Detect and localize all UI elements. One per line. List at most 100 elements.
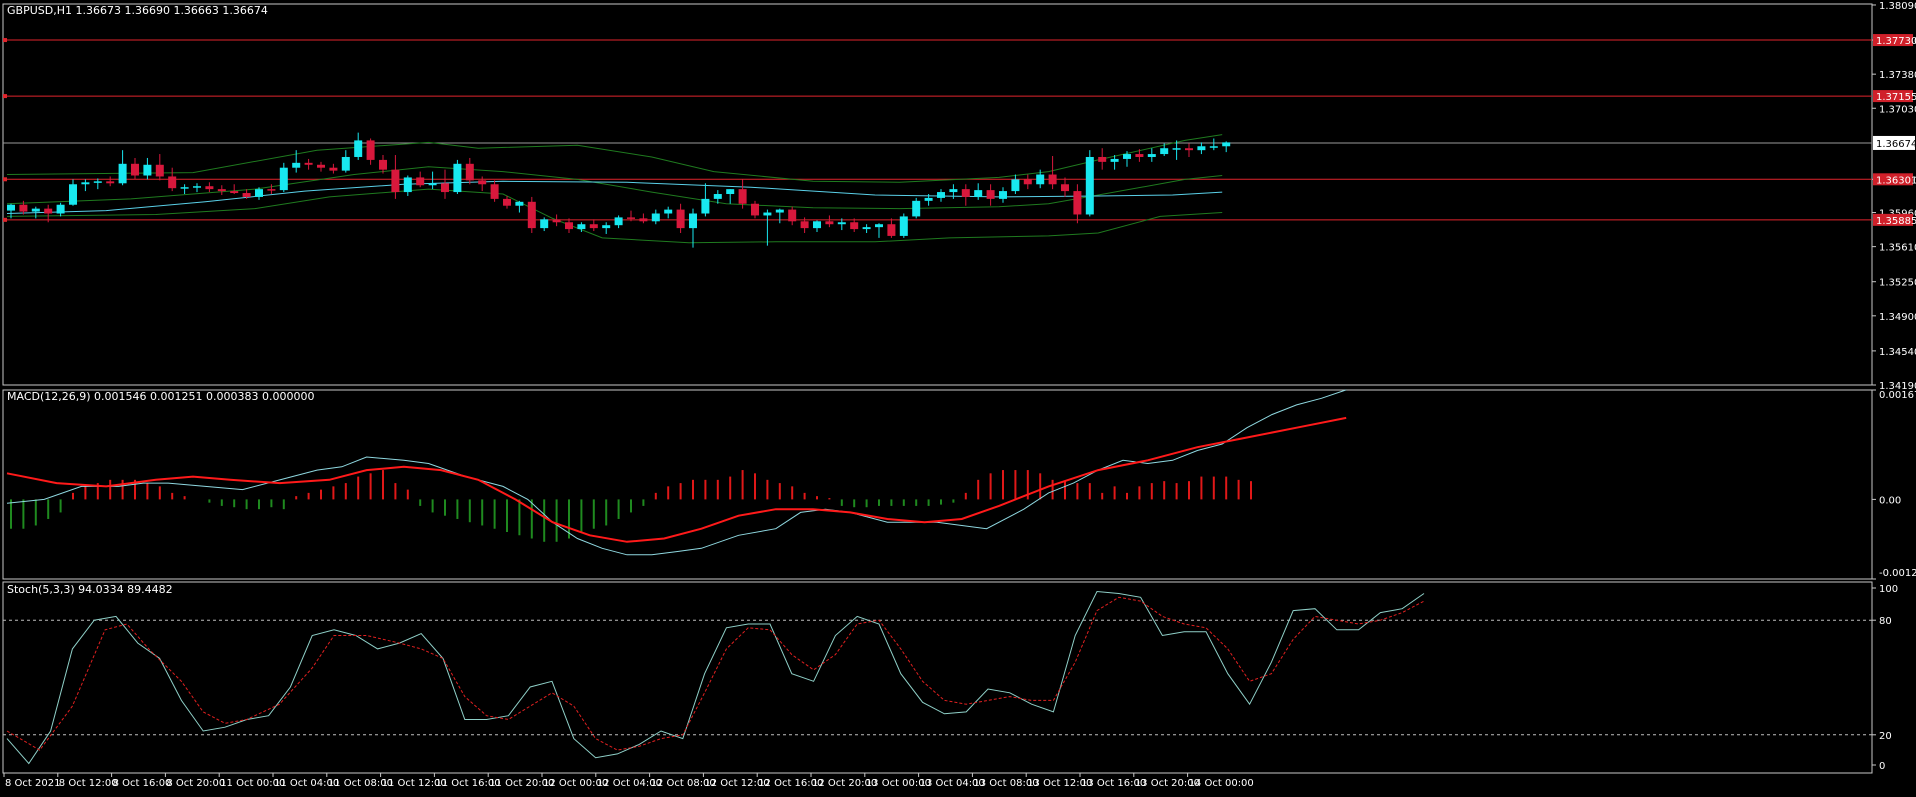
price-scale-label: 1.37030 (1879, 104, 1916, 115)
level-price-tag-label: 1.36301 (1876, 175, 1916, 186)
candle-bull (1172, 148, 1181, 150)
price-scale-label: 1.38090 (1879, 1, 1916, 12)
candle-bear (441, 183, 449, 193)
price-panel-header: GBPUSD,H1 1.36673 1.36690 1.36663 1.3667… (7, 4, 268, 17)
candle-bear (887, 224, 896, 236)
candle-bear (1061, 184, 1069, 192)
candle-bear (391, 169, 400, 193)
candle-bull (899, 216, 908, 236)
candle-bear (1073, 191, 1082, 215)
candle-bear (44, 208, 53, 214)
candle-bull (1123, 154, 1131, 159)
chart-window[interactable]: GBPUSD,H1 1.36673 1.36690 1.36663 1.3667… (0, 0, 1916, 792)
candle-bear (527, 201, 536, 229)
candle-bull (1110, 158, 1119, 162)
candle-bull (403, 177, 412, 193)
candle-bull (118, 163, 127, 184)
price-scale-label: 1.35250 (1879, 278, 1916, 289)
candle-bull (354, 140, 363, 157)
candle-bull (937, 192, 945, 198)
candle-bull (1036, 174, 1045, 185)
candle-bear (131, 163, 139, 176)
candle-bear (242, 193, 251, 197)
price-scale-label: 1.34900 (1879, 312, 1916, 323)
candle-bull (701, 198, 710, 214)
macd-scale-label: -0.001221 (1879, 568, 1916, 579)
candle-bear (627, 217, 635, 219)
chart-canvas[interactable]: GBPUSD,H1 1.36673 1.36690 1.36663 1.3667… (0, 0, 1916, 792)
candle-bull (1197, 146, 1206, 151)
candle-bear (379, 159, 387, 170)
candle-bull (69, 184, 77, 205)
time-axis-label: 8 Oct 20:00 (166, 778, 225, 789)
candle-bear (589, 224, 598, 229)
candle-bear (751, 203, 759, 216)
stoch-scale-label: 0 (1879, 761, 1885, 772)
candle-bear (788, 209, 797, 222)
candle-bear (961, 189, 970, 197)
candle-bear (317, 164, 325, 168)
candle-bull (999, 191, 1007, 199)
candle-bear (1048, 174, 1057, 185)
candle-bull (31, 208, 40, 212)
candle-bear (1098, 156, 1107, 162)
candle-bull (540, 219, 549, 229)
candle-bear (217, 189, 226, 192)
candle-bear (800, 221, 809, 229)
candle-bull (1209, 146, 1218, 148)
candle-bear (366, 140, 375, 160)
level-price-tag-label: 1.37155 (1876, 92, 1916, 103)
candle-bull (602, 225, 611, 229)
candle-bull (726, 189, 735, 195)
candle-bear (168, 176, 177, 189)
candle-bear (416, 177, 425, 186)
candle-bear (329, 167, 338, 171)
candle-bull (651, 213, 660, 222)
level-price-tag-label: 1.35885 (1876, 216, 1916, 227)
level-anchor-marker[interactable] (3, 38, 7, 43)
candle-bull (143, 164, 152, 176)
candle-bear (465, 163, 474, 181)
candle-bull (1085, 156, 1094, 215)
macd-scale-label: 0.00 (1879, 495, 1901, 506)
macd-scale-label: 0.001678 (1879, 390, 1916, 401)
candle-bull (279, 167, 288, 191)
candle-bull (664, 209, 673, 214)
stoch-scale-label: 20 (1879, 731, 1892, 742)
candle-bull (453, 163, 462, 193)
candle-bear (565, 222, 573, 230)
candle-bear (676, 209, 685, 229)
candle-bull (974, 190, 983, 197)
candle-bear (230, 191, 239, 194)
level-anchor-marker[interactable] (3, 217, 7, 222)
time-axis-label: 8 Oct 16:00 (113, 778, 172, 789)
candle-bear (304, 162, 313, 165)
candle-bear (1023, 179, 1032, 185)
candle-bull (255, 189, 263, 197)
candle-bull (515, 201, 524, 206)
candle-bull (614, 217, 623, 226)
candle-bull (775, 209, 784, 213)
candle-bear (986, 190, 995, 199)
candle-bull (912, 200, 921, 217)
stoch-scale-label: 80 (1879, 616, 1892, 627)
candle-bull (1160, 148, 1169, 155)
candle-bull (949, 189, 958, 193)
macd-panel-header: MACD(12,26,9) 0.001546 0.001251 0.000383… (7, 390, 314, 403)
time-axis-label: 8 Oct 2021 (5, 778, 60, 789)
candle-bull (7, 204, 15, 211)
candle-bear (639, 218, 648, 222)
level-anchor-marker[interactable] (3, 94, 7, 99)
time-axis-label: 14 Oct 00:00 (1189, 778, 1254, 789)
candle-bull (837, 222, 846, 225)
candle-bull (1147, 154, 1156, 157)
level-price-tag-label: 1.37730 (1876, 36, 1916, 47)
candle-bull (862, 227, 871, 230)
candle-bear (155, 164, 164, 177)
candle-bear (1185, 148, 1193, 151)
level-anchor-marker[interactable] (3, 177, 7, 182)
candle-bear (738, 189, 747, 204)
candle-bull (180, 187, 189, 189)
candle-bull (292, 162, 301, 168)
candle-bull (56, 204, 65, 214)
